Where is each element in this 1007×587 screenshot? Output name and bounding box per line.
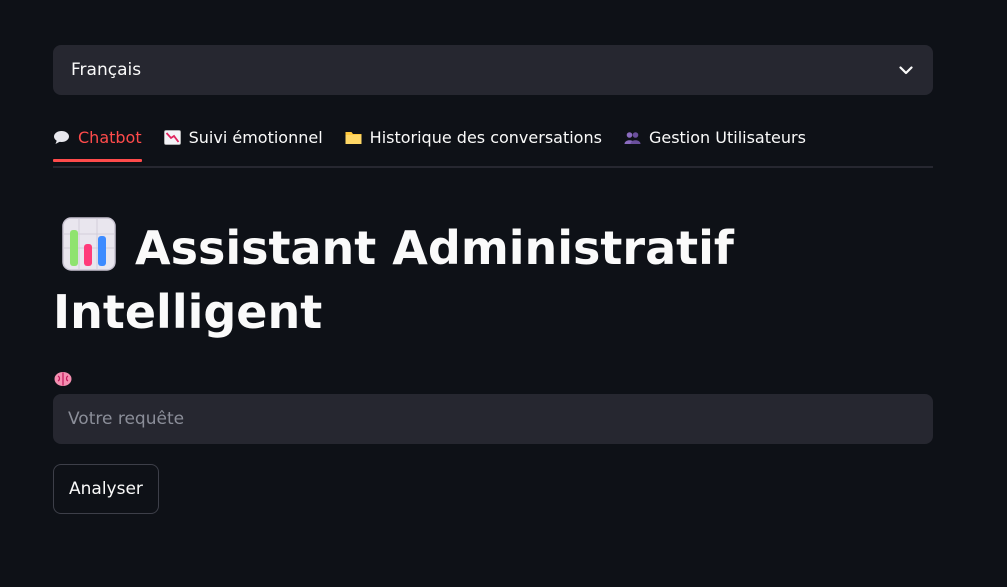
chart-decreasing-icon [163, 129, 181, 146]
analyze-button[interactable]: Analyser [53, 464, 159, 514]
language-select[interactable]: Français [53, 45, 933, 95]
title-block: Assistant Administratif Intelligent [53, 216, 933, 344]
page-title: Assistant Administratif Intelligent [53, 216, 933, 344]
tab-label: Chatbot [78, 128, 142, 147]
chevron-down-icon[interactable] [897, 61, 915, 79]
brain-icon [53, 370, 73, 388]
page-title-text: Assistant Administratif Intelligent [53, 221, 734, 339]
app-main: Français Chatbot Suivi émotionnel Histor… [53, 45, 933, 514]
users-icon [624, 129, 641, 146]
tab-historique[interactable]: Historique des conversations [345, 115, 602, 160]
tab-label: Gestion Utilisateurs [648, 128, 806, 147]
folder-icon [345, 129, 362, 146]
tab-gestion-utilisateurs[interactable]: Gestion Utilisateurs [624, 115, 806, 160]
tab-chatbot[interactable]: Chatbot [53, 115, 142, 162]
tab-suivi-emotionnel[interactable]: Suivi émotionnel [163, 115, 323, 160]
speech-bubble-icon [53, 129, 70, 146]
language-select-value: Français [71, 60, 142, 80]
tab-label: Suivi émotionnel [188, 128, 323, 147]
tab-label: Historique des conversations [369, 128, 602, 147]
query-input[interactable] [53, 394, 933, 444]
tab-bar: Chatbot Suivi émotionnel Historique des … [53, 121, 933, 168]
bar-chart-icon [62, 217, 116, 271]
